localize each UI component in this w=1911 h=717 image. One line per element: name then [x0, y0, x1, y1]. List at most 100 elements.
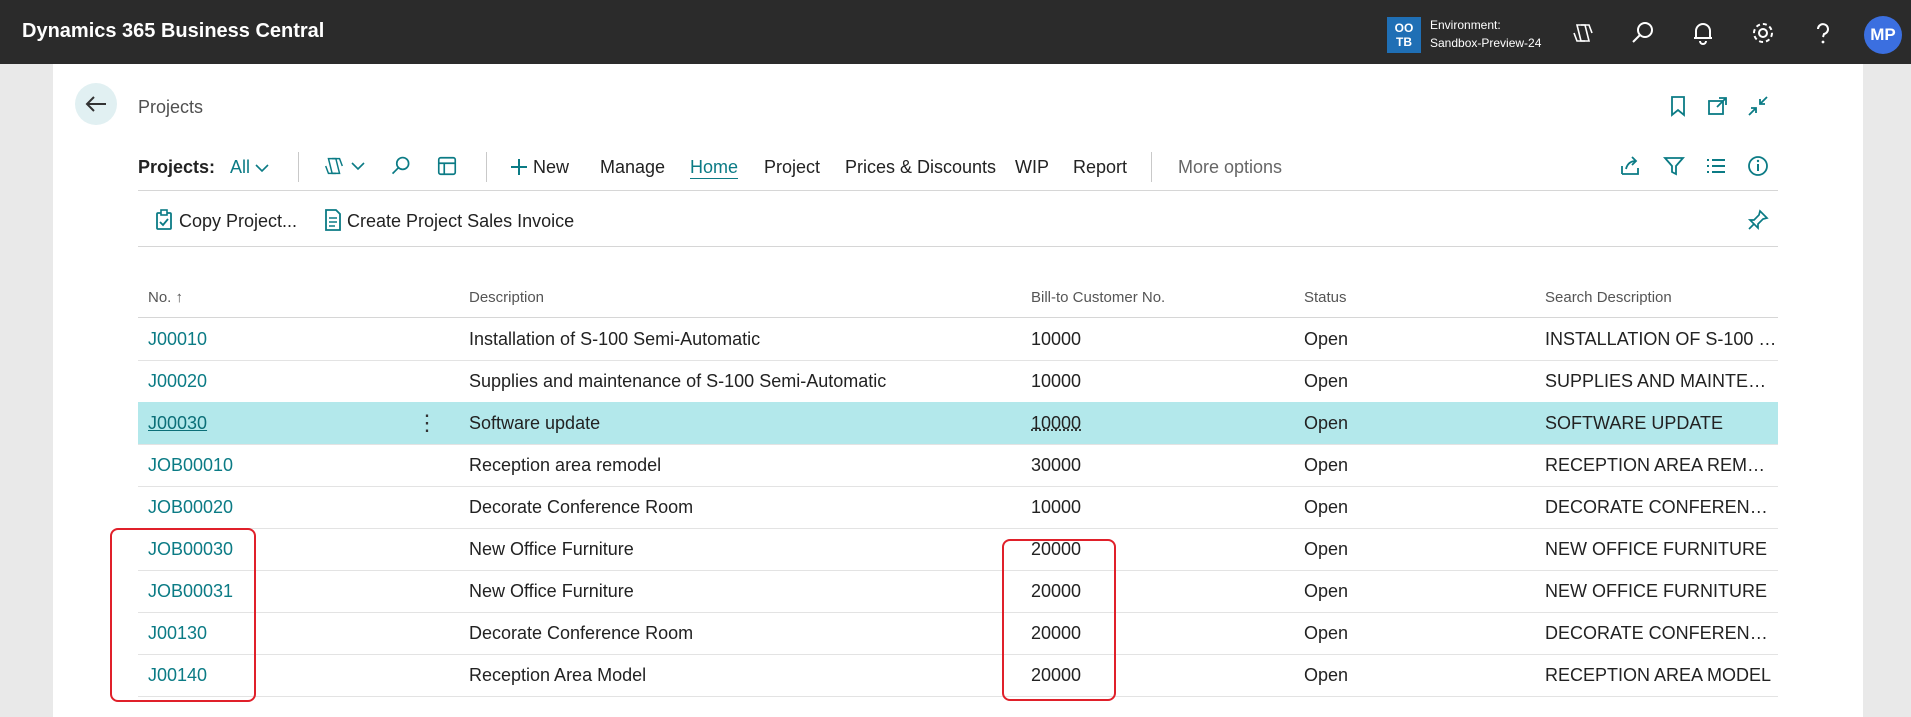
environment-info[interactable]: Environment: Sandbox-Preview-24 [1430, 16, 1541, 52]
cell-search-description: RECEPTION AREA REMODEL [1545, 455, 1778, 475]
copy-project-label: Copy Project... [179, 211, 298, 231]
cell-status: Open [1304, 665, 1349, 685]
top-bar: Dynamics 365 Business Central OO TB Envi… [0, 0, 1911, 64]
table-row[interactable]: J00140 Reception Area Model 20000 Open R… [138, 654, 1778, 697]
column-header-search-description[interactable]: Search Description [1545, 289, 1672, 306]
edit-list-icon [437, 156, 457, 176]
manage-menu[interactable]: Manage [600, 157, 665, 178]
divider [138, 190, 1778, 191]
cell-bill-to: 10000 [1031, 371, 1082, 391]
cell-no[interactable]: JOB00010 [148, 455, 368, 476]
new-button-label: New [533, 157, 570, 177]
cell-no[interactable]: J00020 [148, 371, 368, 392]
arrow-left-icon [85, 96, 106, 112]
copilot-icon[interactable] [1570, 20, 1596, 46]
cell-description: Decorate Conference Room [469, 623, 694, 643]
page-title: Projects [138, 97, 204, 117]
view-filter-label: Projects: [138, 157, 216, 177]
cell-search-description: RECEPTION AREA MODEL [1545, 665, 1772, 685]
cell-search-description: DECORATE CONFERENCE ROOM [1545, 623, 1778, 643]
filter-icon[interactable] [1662, 154, 1686, 178]
info-icon[interactable] [1746, 154, 1770, 178]
cell-no[interactable]: J00030 [148, 413, 368, 434]
list-icon[interactable] [1704, 154, 1728, 178]
environment-badge-line1: OO [1394, 21, 1414, 35]
column-header-status[interactable]: Status [1304, 289, 1347, 306]
table-row-selected[interactable]: J00030 ⋮ Software update 10000 Open SOFT… [138, 402, 1778, 445]
column-header-bill-to-customer-no[interactable]: Bill-to Customer No. [1031, 289, 1165, 306]
table-row[interactable]: J00020 Supplies and maintenance of S-100… [138, 360, 1778, 403]
separator [298, 152, 299, 182]
cell-description: Reception Area Model [469, 665, 647, 685]
cell-status: Open [1304, 455, 1349, 475]
copilot-actions-button[interactable] [322, 154, 365, 178]
cell-description: Installation of S-100 Semi-Automatic [469, 329, 761, 349]
cell-description: Reception area remodel [469, 455, 662, 475]
cell-bill-to: 10000 [1031, 497, 1082, 517]
copy-project-button[interactable]: Copy Project... [154, 209, 297, 232]
cell-search-description: NEW OFFICE FURNITURE [1545, 539, 1767, 559]
separator [486, 152, 487, 182]
copilot-icon [325, 157, 343, 175]
cell-search-description: DECORATE CONFERENCE ROOM [1545, 497, 1778, 517]
cell-status: Open [1304, 371, 1349, 391]
new-button[interactable]: New [510, 157, 569, 178]
create-project-sales-invoice-button[interactable]: Create Project Sales Invoice [324, 209, 574, 232]
search-list-button[interactable] [390, 155, 412, 177]
table-row[interactable]: J00130 Decorate Conference Room 20000 Op… [138, 612, 1778, 655]
divider [138, 246, 1778, 247]
table-row[interactable]: JOB00010 Reception area remodel 30000 Op… [138, 444, 1778, 487]
open-new-window-icon[interactable] [1706, 94, 1730, 118]
report-menu[interactable]: Report [1073, 157, 1127, 178]
view-filter-value: All [230, 157, 251, 177]
cell-search-description: NEW OFFICE FURNITURE [1545, 581, 1767, 601]
cell-status: Open [1304, 329, 1349, 349]
highlight-box-project-numbers [110, 528, 256, 702]
row-actions-icon[interactable]: ⋮ [416, 410, 438, 436]
table-row[interactable]: JOB00031 New Office Furniture 20000 Open… [138, 570, 1778, 613]
search-icon[interactable] [1630, 20, 1656, 46]
cell-description: New Office Furniture [469, 539, 634, 559]
app-title[interactable]: Dynamics 365 Business Central [22, 20, 324, 43]
cell-status: Open [1304, 539, 1349, 559]
gear-icon[interactable] [1750, 20, 1776, 46]
pin-icon[interactable] [1746, 208, 1770, 232]
environment-badge[interactable]: OO TB [1387, 17, 1421, 53]
cell-description: Supplies and maintenance of S-100 Semi-A… [469, 371, 887, 391]
help-icon[interactable] [1810, 20, 1836, 46]
column-header-description[interactable]: Description [469, 289, 544, 306]
chevron-down-icon [351, 162, 365, 171]
cell-search-description: SUPPLIES AND MAINTENANCE OF S-100 SEMI-A… [1545, 371, 1778, 391]
cell-bill-to[interactable]: 10000 [1031, 413, 1231, 434]
table-row[interactable]: J00010 Installation of S-100 Semi-Automa… [138, 318, 1778, 361]
cell-search-description: SOFTWARE UPDATE [1545, 413, 1724, 433]
environment-name: Sandbox-Preview-24 [1430, 36, 1542, 50]
cell-status: Open [1304, 413, 1349, 433]
edit-list-button[interactable] [436, 155, 458, 177]
more-options-menu[interactable]: More options [1178, 157, 1282, 178]
bell-icon[interactable] [1690, 20, 1716, 46]
table-row[interactable]: JOB00030 New Office Furniture 20000 Open… [138, 528, 1778, 571]
invoice-icon [325, 209, 341, 231]
cell-bill-to: 30000 [1031, 455, 1082, 475]
collapse-icon[interactable] [1746, 94, 1770, 118]
table-row[interactable]: JOB00020 Decorate Conference Room 10000 … [138, 486, 1778, 529]
copy-project-icon [156, 209, 172, 230]
column-header-no[interactable]: No. ↑ [148, 289, 183, 306]
cell-no[interactable]: J00010 [148, 329, 368, 350]
wip-menu[interactable]: WIP [1015, 157, 1049, 178]
prices-discounts-menu[interactable]: Prices & Discounts [845, 157, 996, 178]
share-icon[interactable] [1618, 154, 1642, 178]
environment-badge-line2: TB [1396, 35, 1412, 49]
project-menu[interactable]: Project [764, 157, 820, 178]
cell-bill-to: 10000 [1031, 329, 1082, 349]
search-icon [391, 156, 410, 175]
view-filter-dropdown[interactable]: All [230, 157, 269, 178]
home-menu[interactable]: Home [690, 157, 738, 178]
cell-status: Open [1304, 497, 1349, 517]
cell-no[interactable]: JOB00020 [148, 497, 368, 518]
user-avatar[interactable]: MP [1864, 16, 1902, 54]
highlight-box-bill-to-numbers [1002, 539, 1116, 701]
bookmark-icon[interactable] [1666, 94, 1690, 118]
back-button[interactable] [75, 83, 117, 125]
